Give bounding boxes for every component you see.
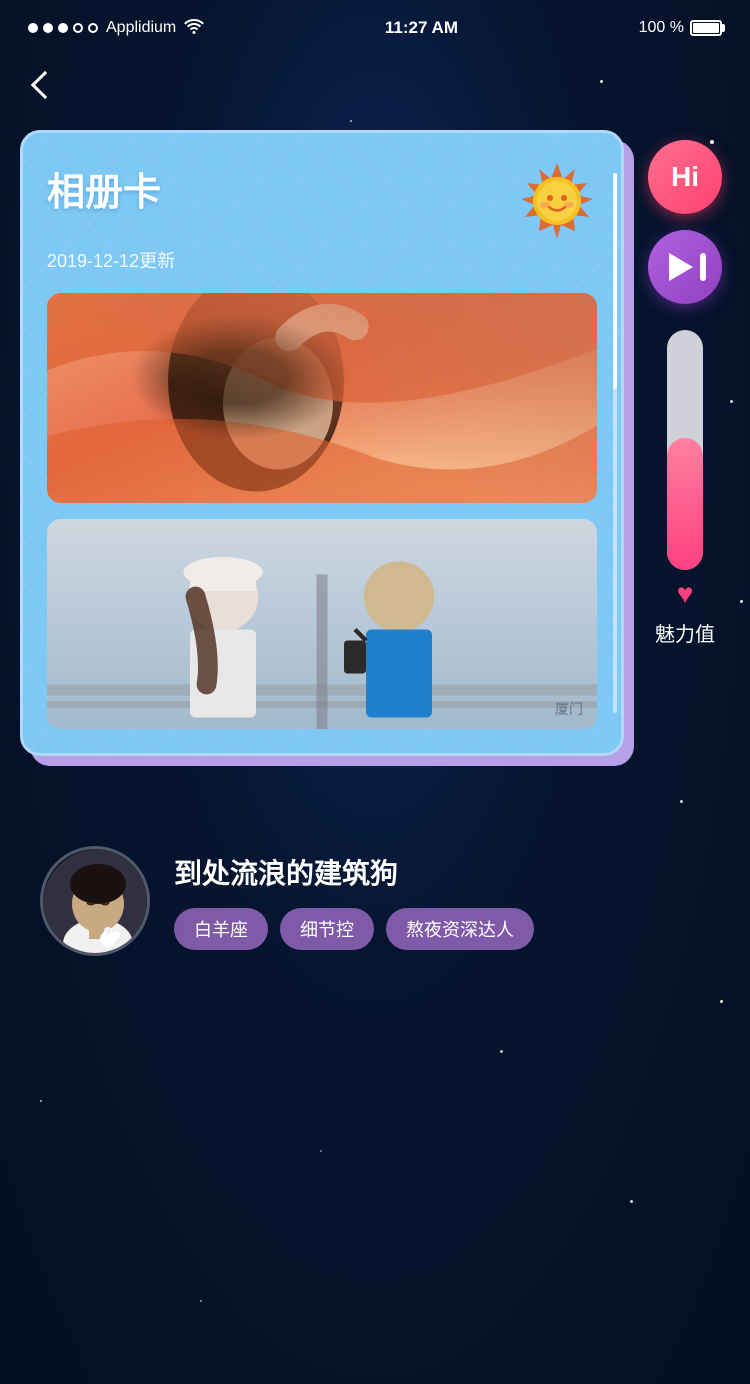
hi-button[interactable]: Hi <box>648 140 722 214</box>
meter-fill <box>667 438 703 570</box>
tag-aries[interactable]: 白羊座 <box>174 908 268 950</box>
play-triangle-icon <box>669 253 693 281</box>
skip-bar-icon <box>700 253 706 281</box>
user-avatar[interactable] <box>40 846 150 956</box>
signal-dot-2 <box>43 23 53 33</box>
sun-icon <box>517 161 597 241</box>
play-button[interactable] <box>648 230 722 304</box>
card-date: 2019-12-12更新 <box>47 247 597 273</box>
status-bar: Applidium 11:27 AM 100 % <box>0 0 750 50</box>
play-icon-group <box>665 253 706 281</box>
back-arrow-icon <box>31 71 59 99</box>
card-scrollbar[interactable] <box>613 173 617 713</box>
signal-dot-3 <box>58 23 68 33</box>
photo1-image <box>47 293 597 503</box>
profile-info: 到处流浪的建筑狗 白羊座 细节控 熬夜资深达人 <box>174 852 710 950</box>
photo-frame-1[interactable] <box>47 293 597 503</box>
status-left: Applidium <box>28 18 204 39</box>
right-sidebar: Hi ♥ 魅力值 <box>640 130 730 647</box>
battery-percent: 100 % <box>639 19 684 37</box>
card-title-row: 相册卡 <box>47 161 597 241</box>
battery-icon <box>690 20 722 36</box>
photo2-location: 厦门 <box>555 699 583 719</box>
back-button[interactable] <box>20 60 70 110</box>
wifi-icon <box>184 18 204 39</box>
charm-meter: ♥ 魅力值 <box>655 330 715 647</box>
meter-track <box>667 330 703 570</box>
heart-icon: ♥ <box>677 578 694 610</box>
profile-section: 到处流浪的建筑狗 白羊座 细节控 熬夜资深达人 <box>0 816 750 986</box>
photo-frame-2[interactable]: 厦门 <box>47 519 597 729</box>
charm-label: 魅力值 <box>655 618 715 647</box>
hi-label: Hi <box>671 161 699 193</box>
content-area: 相册卡 2 <box>0 130 750 756</box>
status-right: 100 % <box>639 19 722 37</box>
signal-dot-5 <box>88 23 98 33</box>
battery-fill <box>693 23 719 33</box>
profile-name: 到处流浪的建筑狗 <box>174 852 710 892</box>
signal-dot-1 <box>28 23 38 33</box>
album-card-wrapper: 相册卡 2 <box>20 130 624 756</box>
carrier-name: Applidium <box>106 19 176 37</box>
signal-dot-4 <box>73 23 83 33</box>
tag-detail[interactable]: 细节控 <box>280 908 374 950</box>
tags-row: 白羊座 细节控 熬夜资深达人 <box>174 908 710 950</box>
album-card[interactable]: 相册卡 2 <box>20 130 624 756</box>
card-title: 相册卡 <box>47 161 161 216</box>
scrollbar-thumb <box>613 173 617 389</box>
signal-dots <box>28 23 98 33</box>
tag-nightowl[interactable]: 熬夜资深达人 <box>386 908 534 950</box>
status-time: 11:27 AM <box>385 18 458 38</box>
